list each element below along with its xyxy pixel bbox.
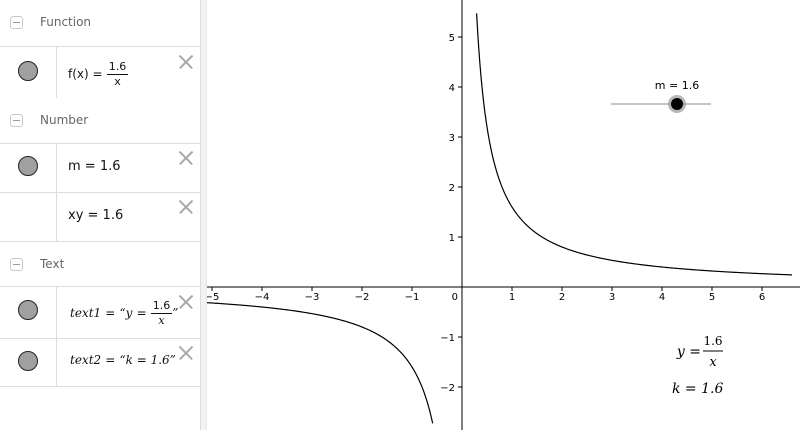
text1-equals: = (105, 306, 116, 320)
algebra-item-f[interactable]: f(x) = 1.6 x (0, 46, 200, 98)
group-header-text: Text (0, 241, 200, 287)
collapse-number-button[interactable] (10, 114, 23, 127)
text-y-numerator: 1.6 (703, 334, 722, 348)
x-tick-label: −1 (405, 292, 420, 303)
marker-cell (0, 339, 57, 386)
view-splitter[interactable] (200, 0, 207, 430)
text-y-denominator: x (709, 355, 717, 370)
x-axis-ticks: −5 −4 −3 −2 −1 0 1 2 3 4 5 6 (205, 287, 765, 303)
number-m-value[interactable]: m = 1.6 (68, 159, 121, 174)
text2-value: “k = 1.6” (119, 353, 176, 367)
y-tick-label: 1 (449, 233, 455, 244)
text1-y: y (125, 306, 133, 320)
group-header-function: Function (0, 0, 200, 46)
visibility-toggle-f[interactable] (18, 61, 38, 81)
marker-cell (0, 287, 57, 338)
function-graph-branch-positive[interactable] (476, 13, 793, 276)
function-denominator: x (114, 75, 121, 88)
group-header-number: Number (0, 98, 200, 144)
marker-cell (0, 47, 57, 98)
slider-handle[interactable] (671, 98, 683, 110)
delete-f-icon[interactable] (178, 54, 194, 70)
group-title-text: Text (40, 257, 65, 271)
visibility-toggle-text1[interactable] (18, 300, 38, 320)
algebra-item-xy[interactable]: xy = 1.6 (0, 192, 200, 241)
y-tick-label: 5 (449, 33, 455, 44)
text2-equals: = (105, 353, 116, 367)
y-tick-label: −1 (440, 333, 455, 344)
text-y-lhs: y = (676, 344, 701, 360)
delete-text1-icon[interactable] (178, 294, 194, 310)
function-definition[interactable]: f(x) = 1.6 x (68, 60, 129, 89)
text1-equals-inner: = (136, 306, 147, 320)
text-object-k[interactable]: k = 1.6 (672, 381, 723, 397)
x-tick-label: 2 (559, 292, 565, 303)
y-axis-ticks: 5 4 3 2 1 −1 −2 (440, 33, 462, 394)
text1-fraction: 1.6 x (150, 299, 173, 328)
y-tick-label: 4 (449, 83, 455, 94)
y-tick-label: 3 (449, 133, 455, 144)
slider-label: m = 1.6 (655, 79, 699, 92)
x-tick-label: 1 (509, 292, 515, 303)
collapse-text-button[interactable] (10, 258, 23, 271)
group-title-function: Function (40, 15, 92, 29)
algebra-item-text1[interactable]: text1 = “y = 1.6 x ” (0, 286, 200, 338)
x-tick-label: −4 (255, 292, 270, 303)
y-tick-label: 2 (449, 183, 455, 194)
marker-cell (0, 144, 57, 192)
text1-denominator: x (158, 314, 165, 327)
function-graph-branch-negative[interactable] (196, 301, 434, 424)
x-tick-label: 5 (709, 292, 715, 303)
x-tick-label: −2 (355, 292, 370, 303)
text-object-y[interactable]: y = 1.6 x (676, 334, 723, 370)
marker-cell (0, 193, 57, 241)
text2-definition[interactable]: text2 = “k = 1.6” (70, 353, 176, 368)
number-xy-value[interactable]: xy = 1.6 (68, 208, 123, 223)
function-name: f(x) = (68, 67, 103, 81)
delete-text2-icon[interactable] (178, 345, 194, 361)
y-tick-label: −2 (440, 383, 455, 394)
delete-xy-icon[interactable] (178, 199, 194, 215)
x-tick-label: 6 (759, 292, 765, 303)
group-title-number: Number (40, 113, 89, 127)
text2-name: text2 (70, 353, 102, 367)
x-tick-label: 3 (609, 292, 615, 303)
x-tick-label: 4 (659, 292, 665, 303)
graphics-canvas[interactable]: −5 −4 −3 −2 −1 0 1 2 3 4 5 6 5 4 3 2 1 −1 −2 m = 1.6 y = … (196, 0, 800, 430)
algebra-item-text2[interactable]: text2 = “k = 1.6” (0, 338, 200, 387)
graphics-view[interactable]: −5 −4 −3 −2 −1 0 1 2 3 4 5 6 5 4 3 2 1 −1 −2 m = 1.6 y = … (196, 0, 800, 430)
algebra-item-m[interactable]: m = 1.6 (0, 143, 200, 192)
function-fraction: 1.6 x (106, 60, 129, 89)
text1-name: text1 (70, 306, 102, 320)
visibility-toggle-m[interactable] (18, 156, 38, 176)
x-tick-label: −5 (207, 292, 219, 303)
delete-m-icon[interactable] (178, 150, 194, 166)
text1-numerator: 1.6 (150, 299, 173, 314)
function-numerator: 1.6 (106, 60, 129, 75)
x-tick-label: 0 (452, 292, 458, 303)
x-tick-label: −3 (305, 292, 320, 303)
algebra-view: Function f(x) = 1.6 x Number m = 1.6 xy … (0, 0, 200, 430)
visibility-toggle-text2[interactable] (18, 351, 38, 371)
collapse-function-button[interactable] (10, 16, 23, 29)
text1-definition[interactable]: text1 = “y = 1.6 x ” (70, 299, 178, 328)
slider-m[interactable]: m = 1.6 (611, 79, 711, 113)
